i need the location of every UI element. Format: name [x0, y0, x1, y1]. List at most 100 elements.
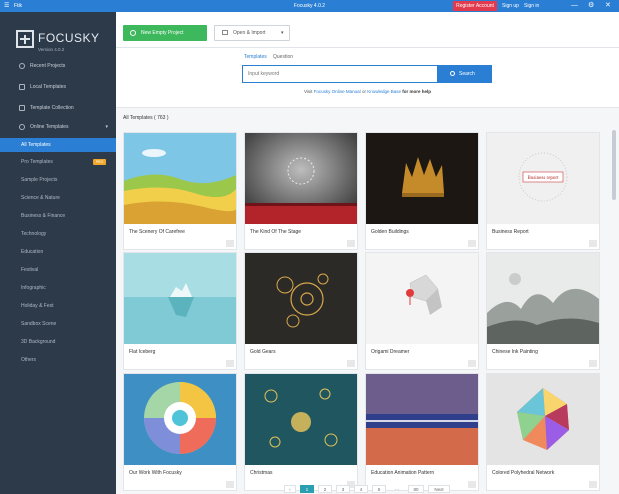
- category-holiday-fest[interactable]: Holiday & Fest: [0, 299, 116, 313]
- category-3d-background[interactable]: 3D Background: [0, 335, 116, 349]
- category-label: Education: [21, 249, 44, 255]
- template-title: Business Report: [492, 229, 529, 235]
- pagination-page[interactable]: 3: [336, 485, 350, 493]
- category-label: Others: [21, 357, 37, 363]
- folder-open-icon: [222, 30, 228, 35]
- template-card[interactable]: The Scenery Of Carefree: [123, 132, 237, 250]
- new-empty-project-button[interactable]: New Empty Project: [123, 25, 207, 41]
- template-card[interactable]: The Kind Of The Stage: [244, 132, 358, 250]
- template-thumbnail[interactable]: [366, 253, 478, 344]
- template-title: Chinese Ink Painting: [492, 349, 538, 355]
- preview-icon[interactable]: [347, 360, 355, 367]
- template-title: Gold Gears: [250, 349, 276, 355]
- template-card[interactable]: Our Work With Focusky: [123, 373, 237, 491]
- pagination-page[interactable]: 2: [318, 485, 332, 493]
- template-thumbnail[interactable]: [366, 133, 478, 224]
- sign-up-link[interactable]: Sign up: [502, 3, 519, 9]
- preview-icon[interactable]: [589, 240, 597, 247]
- tab-question[interactable]: Question: [273, 54, 293, 60]
- category-label: Sample Projects: [21, 177, 58, 183]
- pagination-page[interactable]: 1: [300, 485, 314, 493]
- template-thumbnail[interactable]: [245, 374, 357, 465]
- nav-online-templates[interactable]: Online Templates ▾: [0, 120, 116, 134]
- close-icon[interactable]: ✕: [605, 1, 611, 11]
- open-import-button[interactable]: Open & Import ▾: [214, 25, 290, 41]
- nav-label: Local Templates: [30, 84, 67, 90]
- template-title: Christmas: [250, 470, 273, 476]
- pagination-ellipsis: …: [394, 486, 400, 491]
- template-thumbnail[interactable]: [124, 253, 236, 344]
- template-card[interactable]: Business report Business Report: [486, 132, 600, 250]
- category-label: Pro Templates: [21, 159, 53, 165]
- register-account-button[interactable]: Register Account: [453, 1, 497, 11]
- category-education[interactable]: Education: [0, 245, 116, 259]
- category-infographic[interactable]: Infographic: [0, 281, 116, 295]
- template-thumbnail[interactable]: [124, 133, 236, 224]
- category-business-finance[interactable]: Business & Finance: [0, 209, 116, 223]
- chevron-down-icon: ▾: [281, 30, 284, 36]
- category-science-nature[interactable]: Science & Nature: [0, 191, 116, 205]
- template-card[interactable]: Chinese Ink Painting: [486, 252, 600, 370]
- template-card[interactable]: Christmas: [244, 373, 358, 491]
- template-title: Our Work With Focusky: [129, 470, 182, 476]
- button-label: Open & Import: [233, 30, 266, 36]
- pagination-page-last[interactable]: 80: [408, 485, 424, 493]
- template-card[interactable]: Origami Dreamer: [365, 252, 479, 370]
- nav-local-templates[interactable]: Local Templates: [0, 80, 116, 94]
- preview-icon[interactable]: [347, 240, 355, 247]
- template-thumbnail[interactable]: [487, 374, 599, 465]
- knowledge-base-link[interactable]: Knowledge Base: [367, 89, 401, 94]
- template-thumbnail[interactable]: [245, 253, 357, 344]
- category-label: Festival: [21, 267, 39, 273]
- search-button[interactable]: Search: [438, 65, 492, 83]
- template-title: Education Animation Pattern: [371, 470, 435, 476]
- category-all-templates[interactable]: All Templates: [0, 138, 116, 152]
- category-pro-templates[interactable]: Pro Templates PRO: [0, 155, 116, 169]
- template-card[interactable]: Flat Iceberg: [123, 252, 237, 370]
- app-logo: FOCUSKY Version 4.0.2: [16, 30, 108, 62]
- preview-icon[interactable]: [226, 240, 234, 247]
- logo-icon: [16, 30, 34, 48]
- preview-icon[interactable]: [226, 360, 234, 367]
- category-label: 3D Background: [21, 339, 56, 345]
- logo-version: Version 4.0.2: [38, 47, 65, 52]
- preview-icon[interactable]: [589, 360, 597, 367]
- template-thumbnail[interactable]: [245, 133, 357, 224]
- template-thumbnail[interactable]: [487, 253, 599, 344]
- preview-icon[interactable]: [468, 360, 476, 367]
- category-sandbox-scene[interactable]: Sandbox Scene: [0, 317, 116, 331]
- pagination-prev[interactable]: ‹: [284, 485, 296, 493]
- template-thumbnail[interactable]: [124, 374, 236, 465]
- tab-templates[interactable]: Templates: [244, 54, 267, 60]
- template-card[interactable]: Colored Polyhedral Network: [486, 373, 600, 491]
- search-input[interactable]: [242, 65, 438, 83]
- cloud-icon: [19, 124, 25, 130]
- pagination-page[interactable]: 5: [372, 485, 386, 493]
- template-card[interactable]: Golden Buildings: [365, 132, 479, 250]
- nav-recent-projects[interactable]: Recent Projects: [0, 59, 116, 73]
- sign-in-link[interactable]: Sign in: [524, 3, 539, 9]
- nav-template-collection[interactable]: Template Collection: [0, 101, 116, 115]
- template-thumbnail[interactable]: Business report: [487, 133, 599, 224]
- logo-name: FOCUSKY: [38, 31, 100, 45]
- template-thumbnail[interactable]: [366, 374, 478, 465]
- toolbar: New Empty Project Open & Import ▾: [116, 12, 619, 48]
- pagination-next[interactable]: Next: [428, 485, 450, 493]
- template-card[interactable]: Education Animation Pattern: [365, 373, 479, 491]
- title-bar: ☰ Ftik Focusky 4.0.2 Register Account Si…: [0, 0, 619, 12]
- pro-badge: PRO: [93, 159, 106, 165]
- scrollbar[interactable]: [612, 130, 616, 200]
- category-sample-projects[interactable]: Sample Projects: [0, 173, 116, 187]
- preview-icon[interactable]: [468, 240, 476, 247]
- template-card[interactable]: Gold Gears: [244, 252, 358, 370]
- settings-icon[interactable]: ⚙: [588, 1, 594, 11]
- clock-icon: [19, 63, 25, 69]
- category-technology[interactable]: Technology: [0, 227, 116, 241]
- online-manual-link[interactable]: Focusky Online Manual: [314, 89, 361, 94]
- category-festival[interactable]: Festival: [0, 263, 116, 277]
- category-others[interactable]: Others: [0, 353, 116, 367]
- category-label: Business & Finance: [21, 213, 66, 219]
- minimize-icon[interactable]: —: [571, 1, 578, 11]
- pagination-page[interactable]: 4: [354, 485, 368, 493]
- template-title: The Kind Of The Stage: [250, 229, 302, 235]
